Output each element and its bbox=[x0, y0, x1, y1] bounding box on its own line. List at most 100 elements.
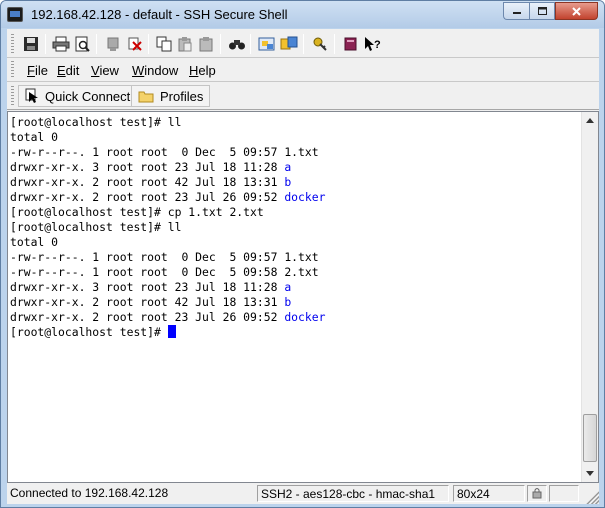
menu-window[interactable]: Window bbox=[132, 63, 178, 78]
terminal-cursor bbox=[167, 325, 176, 338]
toolbar-separator bbox=[220, 34, 221, 54]
maximize-button[interactable] bbox=[529, 2, 555, 20]
toolbar-separator bbox=[96, 34, 97, 54]
profiles-button[interactable]: Profiles bbox=[131, 85, 211, 107]
minimize-button[interactable] bbox=[503, 2, 529, 20]
terminal-line: total 0 bbox=[10, 235, 325, 250]
context-help-button[interactable]: ? bbox=[362, 34, 382, 54]
terminal-line-text: -rw-r--r--. 1 root root 0 Dec 5 09:58 bbox=[10, 265, 285, 279]
quick-connect-button[interactable]: Quick Connect bbox=[18, 85, 138, 107]
scroll-down-icon bbox=[586, 471, 594, 476]
terminal-line: [root@localhost test]# cp 1.txt 2.txt bbox=[10, 205, 325, 220]
profiles-label: Profiles bbox=[160, 88, 204, 104]
copy-icon bbox=[156, 36, 172, 52]
save-button[interactable] bbox=[21, 34, 41, 54]
help-book-icon bbox=[344, 37, 357, 51]
terminal-line-text: drwxr-xr-x. 2 root root 23 Jul 26 09:52 bbox=[10, 190, 285, 204]
close-icon bbox=[572, 6, 581, 16]
status-connection: Connected to 192.168.42.128 bbox=[10, 486, 169, 500]
terminal-line: drwxr-xr-x. 2 root root 23 Jul 26 09:52 … bbox=[10, 190, 325, 205]
directory-name: b bbox=[284, 175, 292, 189]
settings-button[interactable] bbox=[257, 34, 277, 54]
cut-icon bbox=[128, 37, 142, 51]
directory-name: docker bbox=[284, 190, 326, 204]
menu-edit[interactable]: Edit bbox=[57, 63, 79, 78]
folder-icon bbox=[138, 89, 154, 103]
print-icon bbox=[52, 36, 70, 52]
keys-icon bbox=[313, 37, 327, 51]
terminal-output[interactable]: [root@localhost test]# ll total 0 -rw-r--r… bbox=[10, 115, 325, 340]
scroll-thumb[interactable] bbox=[583, 414, 597, 462]
terminal-line: drwxr-xr-x. 2 root root 42 Jul 18 13:31 … bbox=[10, 295, 325, 310]
lock-icon bbox=[532, 488, 542, 499]
keys-button[interactable] bbox=[310, 34, 330, 54]
help-book-button[interactable] bbox=[341, 34, 361, 54]
terminal-line: drwxr-xr-x. 2 root root 42 Jul 18 13:31 … bbox=[10, 175, 325, 190]
terminal-line-text: [root@localhost test]# ll bbox=[10, 115, 182, 129]
find-button[interactable] bbox=[227, 34, 247, 54]
status-bar: Connected to 192.168.42.128 SSH2 - aes12… bbox=[7, 483, 599, 504]
terminal-line-text: drwxr-xr-x. 2 root root 42 Jul 18 13:31 bbox=[10, 295, 285, 309]
disconnect-icon bbox=[107, 37, 119, 51]
print-preview-button[interactable] bbox=[72, 34, 92, 54]
terminal-line: -rw-r--r--. 1 root root 0 Dec 5 09:58 2.… bbox=[10, 265, 325, 280]
quick-connect-bar: Quick Connect Profiles bbox=[7, 82, 599, 110]
cut-button[interactable] bbox=[125, 34, 145, 54]
terminal-line: drwxr-xr-x. 2 root root 23 Jul 26 09:52 … bbox=[10, 310, 325, 325]
scroll-down-button[interactable] bbox=[582, 465, 598, 482]
menu-bar: File Edit View Window Help bbox=[7, 58, 599, 82]
print-preview-icon bbox=[75, 36, 90, 52]
menu-file[interactable]: File bbox=[27, 63, 48, 78]
status-cipher: SSH2 - aes128-cbc - hmac-sha1 bbox=[257, 485, 449, 502]
linkbar-grip[interactable] bbox=[11, 86, 14, 106]
directory-name: b bbox=[284, 295, 292, 309]
window-title: 192.168.42.128 - default - SSH Secure Sh… bbox=[31, 7, 288, 22]
terminal-area[interactable]: [root@localhost test]# ll total 0 -rw-r--r… bbox=[7, 111, 599, 483]
file-name: 1.txt bbox=[284, 250, 319, 264]
paste-clipboard-button[interactable] bbox=[196, 34, 216, 54]
file-transfer-icon bbox=[280, 36, 298, 50]
terminal-line-text: -rw-r--r--. 1 root root 0 Dec 5 09:57 bbox=[10, 145, 285, 159]
window-controls bbox=[503, 2, 598, 20]
directory-name: a bbox=[284, 160, 292, 174]
menubar-grip[interactable] bbox=[11, 61, 14, 79]
terminal-line: -rw-r--r--. 1 root root 0 Dec 5 09:57 1.… bbox=[10, 145, 325, 160]
terminal-line-text: drwxr-xr-x. 3 root root 23 Jul 18 11:28 bbox=[10, 160, 285, 174]
terminal-line-text: [root@localhost test]# bbox=[10, 325, 168, 339]
context-help-icon: ? bbox=[365, 37, 381, 51]
paste-clipboard-icon bbox=[199, 37, 213, 52]
toolbar-grip[interactable] bbox=[11, 34, 14, 54]
paste-button[interactable] bbox=[175, 34, 195, 54]
print-button[interactable] bbox=[51, 34, 71, 54]
file-transfer-button[interactable] bbox=[279, 34, 299, 54]
disconnect-button[interactable] bbox=[103, 34, 123, 54]
status-lock bbox=[527, 485, 547, 502]
find-icon bbox=[229, 40, 245, 50]
terminal-line-text: total 0 bbox=[10, 130, 59, 144]
vertical-scrollbar[interactable] bbox=[581, 112, 598, 482]
terminal-line: [root@localhost test]# ll bbox=[10, 220, 325, 235]
menu-view[interactable]: View bbox=[91, 63, 119, 78]
terminal-line: [root@localhost test]# ll bbox=[10, 115, 325, 130]
close-button[interactable] bbox=[555, 2, 598, 20]
toolbar-separator bbox=[250, 34, 251, 54]
title-bar[interactable]: 192.168.42.128 - default - SSH Secure Sh… bbox=[1, 1, 604, 28]
file-name: 1.txt bbox=[284, 145, 319, 159]
toolbar: ? bbox=[7, 29, 599, 58]
directory-name: a bbox=[284, 280, 292, 294]
menu-help[interactable]: Help bbox=[189, 63, 216, 78]
minimize-icon bbox=[512, 12, 521, 14]
file-name: 2.txt bbox=[284, 265, 319, 279]
scroll-up-button[interactable] bbox=[582, 112, 598, 129]
terminal-line-text: total 0 bbox=[10, 235, 59, 249]
terminal-line: [root@localhost test]# bbox=[10, 325, 325, 340]
status-extra-1 bbox=[549, 485, 579, 502]
maximize-icon bbox=[537, 7, 547, 15]
ssh-app-icon[interactable] bbox=[7, 7, 23, 22]
toolbar-separator bbox=[334, 34, 335, 54]
terminal-line: -rw-r--r--. 1 root root 0 Dec 5 09:57 1.… bbox=[10, 250, 325, 265]
resize-grip[interactable] bbox=[585, 490, 599, 504]
toolbar-separator bbox=[303, 34, 304, 54]
copy-button[interactable] bbox=[154, 34, 174, 54]
svg-text:?: ? bbox=[374, 39, 381, 51]
